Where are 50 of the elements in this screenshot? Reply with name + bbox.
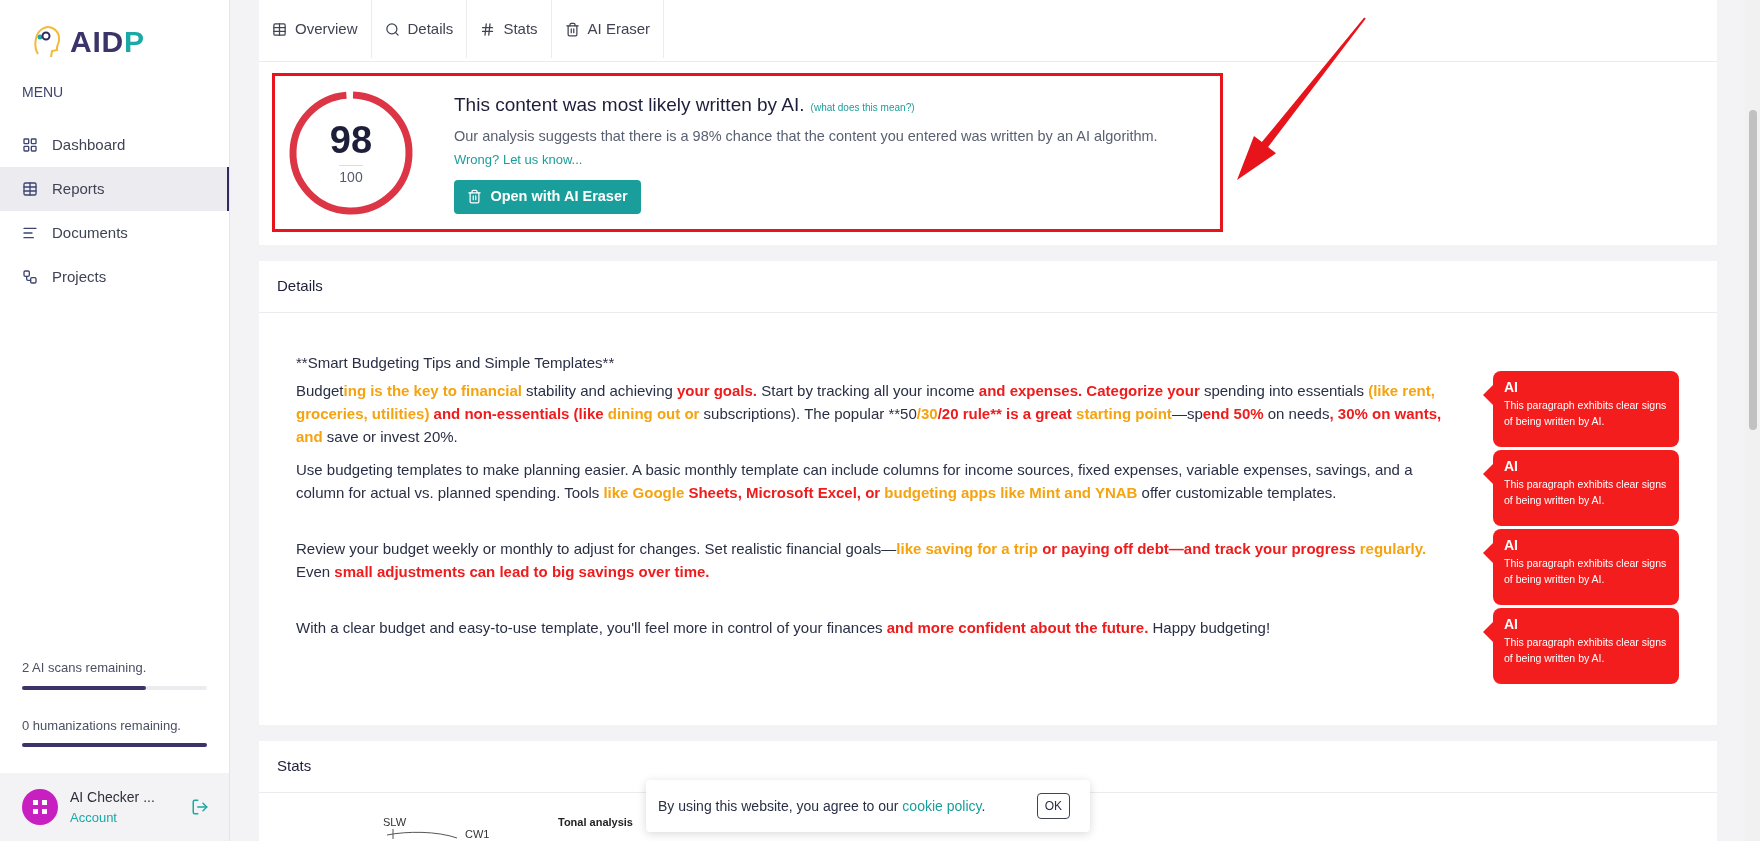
badge-text: This paragraph exhibits clear signs of being written by AI.	[1504, 556, 1668, 587]
document-heading: **Smart Budgeting Tips and Simple Templates**	[296, 353, 616, 373]
avatar-icon	[22, 789, 58, 825]
logo-wordmark: AIDP	[70, 27, 145, 57]
result-title: This content was most likely written by AI.	[454, 93, 805, 118]
badge-text: This paragraph exhibits clear signs of being written by AI.	[1504, 635, 1668, 666]
account-name: AI Checker ...	[70, 787, 156, 807]
badge-title: AI	[1504, 457, 1519, 476]
badge-text: This paragraph exhibits clear signs of being written by AI.	[1504, 398, 1668, 429]
axis-label: CW1	[465, 827, 490, 841]
paragraph: With a clear budget and easy-to-use template, you'll feel more in control of your finances and more confident about the future. Happy budgeting!	[296, 618, 1272, 638]
badge-title: AI	[1504, 536, 1519, 555]
sidebar-item[interactable]: Documents	[0, 211, 229, 255]
trash-icon	[467, 189, 483, 205]
tab[interactable]: Stats	[467, 0, 552, 58]
badge-title: AI	[1504, 378, 1519, 397]
tab[interactable]: Overview	[259, 0, 372, 58]
paragraph: Use budgeting templates to make planning easier. A basic monthly template can include columns for income sources, fixed expenses, variable expenses, savings, and a column for actual vs. planned spending. Tools like Google Sheets, Microsoft Excel, or budgeting apps like Mint and YNAB offer customizable templates.	[296, 460, 1414, 503]
ok-button[interactable]: OK	[1036, 793, 1070, 819]
tab[interactable]: Details	[371, 0, 468, 58]
axis-label: SLW	[383, 815, 407, 830]
nodes-icon	[22, 269, 38, 285]
paragraph: Budgeting is the key to financial stability and achieving your goals. Start by tracking all your income and expenses. Categorize your spending into essentials (like rent, groceries, utilities) and non-essentials (like dining out or subscriptions). The popular **50/30/20 rule** is a great starting point—spend 50% on needs, 30% on wants, and save or invest 20%.	[296, 381, 1443, 447]
tab[interactable]: AI Eraser	[551, 0, 665, 58]
chart-title: Tonal analysis	[558, 815, 633, 830]
trash-icon	[564, 21, 580, 37]
section-title: Details	[259, 261, 1717, 313]
table-icon	[272, 21, 287, 37]
sidebar-item[interactable]: Projects	[0, 255, 229, 299]
menu-heading: MENU	[21, 83, 65, 102]
hash-icon	[480, 21, 496, 37]
table-icon	[22, 181, 38, 197]
sidebar-item[interactable]: Reports	[0, 167, 229, 211]
badge-title: AI	[1504, 615, 1519, 634]
brain-head-icon	[32, 24, 62, 60]
score-value: 98	[329, 121, 373, 159]
scrollbar-thumb[interactable]	[1748, 110, 1757, 430]
badge-text: This paragraph exhibits clear signs of being written by AI.	[1504, 477, 1668, 508]
quota-label: 2 AI scans remaining.	[22, 659, 148, 677]
lines-icon	[22, 225, 38, 241]
search-icon	[384, 21, 400, 37]
grid-icon	[22, 137, 38, 153]
radar-chart-drawing	[387, 829, 457, 839]
result-description: Our analysis suggests that there is a 98% chance that the content you entered was written by an AI algorithm.	[454, 126, 1158, 146]
paragraph: Review your budget weekly or monthly to adjust for changes. Set realistic financial goals—like saving for a trip or paying off debt—and track your progress regularly. Even small adjustments can lead to big savings over time.	[296, 539, 1428, 582]
sidebar-item[interactable]: Dashboard	[0, 123, 229, 167]
logout-icon[interactable]	[191, 798, 209, 816]
score-max: 100	[339, 165, 363, 184]
cookie-notice: By using this website, you agree to our cookie policy.	[658, 796, 986, 816]
quota-label: 0 humanizations remaining.	[22, 716, 182, 735]
